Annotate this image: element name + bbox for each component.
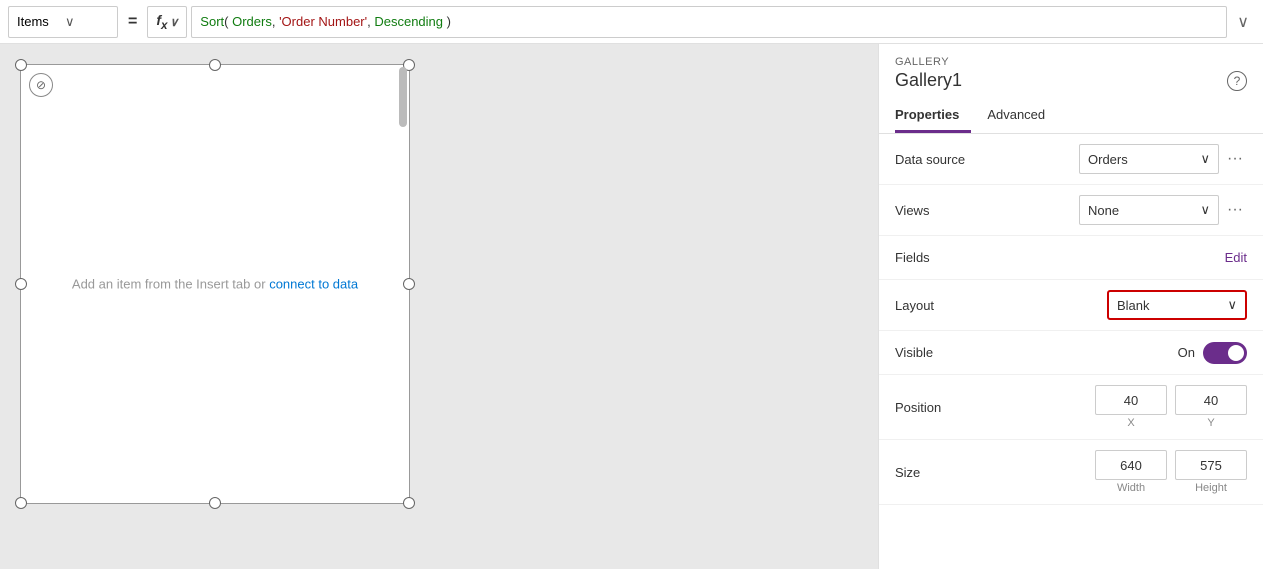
gallery-edit-icon[interactable]: ⊘ [29, 73, 53, 97]
handle-middle-right[interactable] [403, 278, 415, 290]
equals-sign: = [122, 13, 143, 31]
prop-fields: Fields Edit [879, 236, 1263, 280]
size-label: Size [895, 465, 995, 480]
size-height-group: Height [1175, 450, 1247, 494]
position-inputs: X Y [1095, 385, 1247, 429]
position-y-label: Y [1207, 417, 1214, 429]
properties-content: Data source Orders ∨ ··· Views None ∨ [879, 134, 1263, 569]
data-source-value: Orders [1088, 152, 1128, 167]
layout-label: Layout [895, 298, 995, 313]
size-height-label: Height [1195, 482, 1227, 494]
position-x-label: X [1127, 417, 1134, 429]
position-y-input[interactable] [1175, 385, 1247, 415]
size-height-input[interactable] [1175, 450, 1247, 480]
right-panel: GALLERY Gallery1 ? Properties Advanced D… [878, 44, 1263, 569]
layout-chevron-icon: ∨ [1227, 297, 1237, 313]
size-width-group: Width [1095, 450, 1167, 494]
prop-visible: Visible On [879, 331, 1263, 375]
placeholder-text: Add an item from the Insert tab [72, 277, 250, 292]
gallery-widget[interactable]: ⊘ Add an item from the Insert tab or con… [20, 64, 410, 504]
views-chevron-icon: ∨ [1201, 202, 1211, 218]
position-y-group: Y [1175, 385, 1247, 429]
formula-bar[interactable]: Sort( Orders, 'Order Number', Descending… [191, 6, 1227, 38]
data-source-chevron-icon: ∨ [1201, 151, 1211, 167]
placeholder-link[interactable]: connect to data [269, 277, 358, 292]
fields-label: Fields [895, 250, 995, 265]
handle-bottom-center[interactable] [209, 497, 221, 509]
placeholder-connector: or [250, 277, 269, 292]
position-control: X Y [995, 385, 1247, 429]
data-source-dropdown[interactable]: Orders ∨ [1079, 144, 1219, 174]
items-label: Items [17, 14, 61, 29]
formula-bar-chevron-icon[interactable]: ∨ [1231, 12, 1255, 32]
main-content: ⊘ Add an item from the Insert tab or con… [0, 44, 1263, 569]
gallery-scrollbar[interactable] [399, 67, 407, 127]
visible-toggle[interactable] [1203, 342, 1247, 364]
visible-control: On [995, 342, 1247, 364]
layout-value: Blank [1117, 298, 1150, 313]
panel-title-row: Gallery1 ? [895, 70, 1247, 91]
handle-bottom-left[interactable] [15, 497, 27, 509]
size-width-label: Width [1117, 482, 1145, 494]
fx-button[interactable]: fx ∨ [147, 6, 187, 38]
size-control: Width Height [995, 450, 1247, 494]
panel-section-label: GALLERY [895, 56, 1247, 68]
handle-middle-left[interactable] [15, 278, 27, 290]
data-source-label: Data source [895, 152, 995, 167]
visible-on-label: On [1178, 345, 1195, 360]
fields-edit-link[interactable]: Edit [1225, 250, 1247, 265]
prop-data-source: Data source Orders ∨ ··· [879, 134, 1263, 185]
fx-chevron-icon: ∨ [170, 15, 179, 29]
views-label: Views [895, 203, 995, 218]
layout-dropdown[interactable]: Blank ∨ [1107, 290, 1247, 320]
items-chevron-icon: ∨ [65, 14, 109, 30]
position-x-input[interactable] [1095, 385, 1167, 415]
position-label: Position [895, 400, 995, 415]
views-more[interactable]: ··· [1223, 201, 1247, 219]
views-control: None ∨ ··· [995, 195, 1247, 225]
handle-bottom-right[interactable] [403, 497, 415, 509]
size-width-input[interactable] [1095, 450, 1167, 480]
visible-toggle-container: On [1178, 342, 1247, 364]
help-icon[interactable]: ? [1227, 71, 1247, 91]
prop-layout: Layout Blank ∨ [879, 280, 1263, 331]
data-source-more[interactable]: ··· [1223, 150, 1247, 168]
handle-top-center[interactable] [209, 59, 221, 71]
prop-size: Size Width Height [879, 440, 1263, 505]
formula-text: Sort( Orders, 'Order Number', Descending… [200, 14, 451, 29]
tab-properties[interactable]: Properties [895, 99, 971, 133]
fx-label: fx [156, 12, 167, 32]
gallery-placeholder: Add an item from the Insert tab or conne… [72, 277, 358, 292]
top-bar: Items ∨ = fx ∨ Sort( Orders, 'Order Numb… [0, 0, 1263, 44]
panel-header: GALLERY Gallery1 ? [879, 44, 1263, 99]
data-source-control: Orders ∨ ··· [995, 144, 1247, 174]
size-inputs: Width Height [1095, 450, 1247, 494]
position-x-group: X [1095, 385, 1167, 429]
canvas-area: ⊘ Add an item from the Insert tab or con… [0, 44, 878, 569]
handle-top-left[interactable] [15, 59, 27, 71]
prop-views: Views None ∨ ··· [879, 185, 1263, 236]
fields-control: Edit [995, 250, 1247, 265]
layout-control: Blank ∨ [995, 290, 1247, 320]
visible-label: Visible [895, 345, 995, 360]
tab-advanced[interactable]: Advanced [987, 99, 1057, 133]
panel-tabs: Properties Advanced [879, 99, 1263, 134]
items-dropdown[interactable]: Items ∨ [8, 6, 118, 38]
panel-title-text: Gallery1 [895, 70, 962, 91]
views-dropdown[interactable]: None ∨ [1079, 195, 1219, 225]
prop-position: Position X Y [879, 375, 1263, 440]
views-value: None [1088, 203, 1119, 218]
